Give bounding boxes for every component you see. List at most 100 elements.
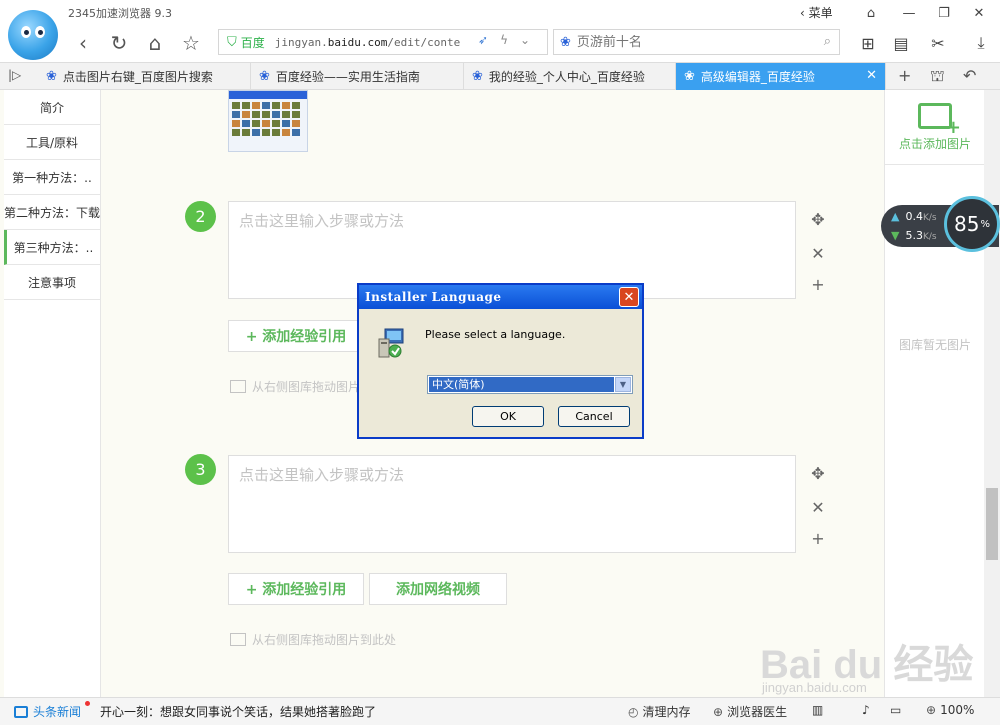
nav-item-method-2[interactable]: 第二种方法：下载 xyxy=(4,195,100,230)
tab-advanced-editor[interactable]: ❀ 高级编辑器_百度经验 ✕ xyxy=(676,63,886,90)
baidu-paw-icon: ❀ xyxy=(684,69,695,84)
delete-step-icon[interactable]: ✕ xyxy=(808,244,828,263)
translate-icon[interactable]: ▥ xyxy=(812,703,823,717)
delete-step-icon[interactable]: ✕ xyxy=(808,498,828,517)
headline-news-button[interactable]: 头条新闻 xyxy=(14,703,81,720)
add-image-icon xyxy=(918,102,961,138)
download-icon[interactable]: ⤓ xyxy=(968,30,994,56)
move-icon[interactable]: ✥ xyxy=(808,210,828,229)
add-citation-button[interactable]: + 添加经验引用 xyxy=(228,320,364,352)
logo-eye-right xyxy=(35,26,45,38)
search-icon[interactable]: ⌕ xyxy=(824,34,831,49)
add-step-icon[interactable]: + xyxy=(808,529,828,548)
maximize-icon[interactable]: ❐ xyxy=(929,2,959,24)
search-input[interactable] xyxy=(576,34,807,50)
secure-shield-icon: ⛉ xyxy=(227,34,237,50)
notification-dot xyxy=(85,701,90,706)
download-arrow-icon: ▼ xyxy=(891,229,900,242)
screenshot-scissors-icon[interactable]: ✂ xyxy=(925,30,951,56)
nav-item-method-3[interactable]: 第三种方法：.. xyxy=(4,230,100,265)
new-tab-icon[interactable]: + xyxy=(898,66,911,85)
baidu-jingyan-watermark: Bai du 经验 jingyan.baidu.com xyxy=(760,612,990,702)
installer-language-dialog: Installer Language ✕ Please select a lan… xyxy=(357,283,644,439)
step-text-input[interactable]: 点击这里输入步骤或方法 xyxy=(228,455,796,553)
dialog-message: Please select a language. xyxy=(425,328,566,341)
dialog-title: Installer Language xyxy=(359,285,642,309)
search-box[interactable]: ❀ ⌕ xyxy=(553,29,840,55)
cancel-button[interactable]: Cancel xyxy=(558,406,630,427)
nav-item-notes[interactable]: 注意事项 xyxy=(4,265,100,300)
move-icon[interactable]: ✥ xyxy=(808,464,828,483)
add-citation-button[interactable]: + 添加经验引用 xyxy=(228,573,364,605)
tab-image-search[interactable]: ❀ 点击图片右键_百度图片搜索 xyxy=(38,63,251,90)
tab-label: 点击图片右键_百度图片搜索 xyxy=(62,70,213,84)
lightning-icon[interactable]: ϟ xyxy=(500,33,508,47)
nav-item-method-1[interactable]: 第一种方法：.. xyxy=(4,160,100,195)
window-title: 2345加速浏览器 9.3 xyxy=(68,7,172,20)
close-tab-icon[interactable]: ✕ xyxy=(866,68,877,83)
tab-baidu-jingyan[interactable]: ❀ 百度经验——实用生活指南 xyxy=(251,63,464,90)
nav-item-intro[interactable]: 简介 xyxy=(4,90,100,125)
clean-memory-button[interactable]: ◴ 清理内存 xyxy=(628,703,691,720)
add-step-icon[interactable]: + xyxy=(808,275,828,294)
zoom-control[interactable]: ⊕ 100% xyxy=(926,703,974,717)
app-logo xyxy=(8,10,58,60)
scrollbar[interactable] xyxy=(984,90,1000,697)
upload-speed: 0.4 xyxy=(905,210,923,223)
sidebar-toggle-icon[interactable]: |▷ xyxy=(8,68,21,82)
news-icon xyxy=(14,705,28,718)
empty-library-text: 图库暂无图片 xyxy=(898,338,971,352)
status-bar: 头条新闻 开心一刻：想跟女同事说个笑话，结果她搭著脸跑了 ◴ 清理内存 ⊕ 浏览器医… xyxy=(0,697,1000,725)
memory-gauge[interactable]: 85% xyxy=(944,196,1000,252)
browser-toolbar: 2345加速浏览器 9.3 ‹ 菜单 ⌂ — ❐ ✕ ‹ ↻ ⌂ ☆ ⛉ 百度 … xyxy=(0,0,1000,62)
tab-label: 百度经验——实用生活指南 xyxy=(275,70,420,84)
screen-icon[interactable]: ▭ xyxy=(890,703,901,717)
memory-unit: % xyxy=(980,218,990,230)
tab-my-jingyan[interactable]: ❀ 我的经验_个人中心_百度经验 xyxy=(464,63,676,90)
reader-icon[interactable]: ▤ xyxy=(888,30,914,56)
tab-bar: |▷ ❀ 点击图片右键_百度图片搜索 ❀ 百度经验——实用生活指南 ❀ 我的经验… xyxy=(0,62,1000,90)
dropdown-icon[interactable]: ⌄ xyxy=(520,33,530,47)
baidu-paw-icon: ❀ xyxy=(259,69,270,84)
news-ticker[interactable]: 开心一刻：想跟女同事说个笑话，结果她搭著脸跑了 xyxy=(100,703,376,720)
scrollbar-thumb[interactable] xyxy=(986,488,998,560)
browser-doctor-button[interactable]: ⊕ 浏览器医生 xyxy=(713,703,787,720)
language-select[interactable]: 中文(简体) ▼ xyxy=(427,375,633,394)
dialog-close-icon[interactable]: ✕ xyxy=(619,287,639,307)
rocket-icon[interactable]: ➶ xyxy=(478,33,488,47)
watermark-url: jingyan.baidu.com xyxy=(762,680,867,695)
add-video-button[interactable]: 添加网络视频 xyxy=(369,573,507,605)
minimize-icon[interactable]: — xyxy=(894,2,924,24)
closed-tabs-icon[interactable]: ⛫ xyxy=(930,66,945,87)
download-speed: 5.3 xyxy=(905,229,923,242)
home-icon[interactable]: ⌂ xyxy=(142,30,168,56)
image-placeholder-icon xyxy=(230,380,246,393)
undo-icon[interactable]: ↶ xyxy=(963,66,976,85)
speed-unit: K/s xyxy=(922,232,937,242)
selected-language: 中文(简体) xyxy=(429,377,614,392)
baidu-paw-icon: ❀ xyxy=(472,69,483,84)
step-number: 3 xyxy=(185,454,216,485)
address-site-name: 百度 xyxy=(240,35,265,50)
skin-icon[interactable]: ⌂ xyxy=(856,2,886,24)
close-window-icon[interactable]: ✕ xyxy=(964,2,994,24)
favorite-star-icon[interactable]: ☆ xyxy=(178,30,204,56)
volume-icon[interactable]: ♪ xyxy=(862,703,870,717)
image-library-panel: 点击添加图片 图库暂无图片 xyxy=(884,90,985,697)
baidu-paw-icon: ❀ xyxy=(46,69,57,84)
step-image-thumbnail[interactable] xyxy=(228,90,308,152)
back-icon[interactable]: ‹ xyxy=(70,30,96,56)
medkit-icon: ⊕ xyxy=(713,704,724,719)
drag-hint: 从右侧图库拖动图片到此处 xyxy=(230,631,396,648)
tab-label: 我的经验_个人中心_百度经验 xyxy=(488,70,645,84)
memory-value: 85 xyxy=(954,212,980,236)
nav-item-tools[interactable]: 工具/原料 xyxy=(4,125,100,160)
add-image-button[interactable]: 点击添加图片 xyxy=(885,90,985,165)
menu-button[interactable]: ‹ 菜单 xyxy=(800,4,833,21)
apps-icon[interactable]: ⊞ xyxy=(855,30,881,56)
zoom-icon: ⊕ xyxy=(926,703,937,717)
refresh-icon[interactable]: ↻ xyxy=(106,30,132,56)
address-url: jingyan.baidu.com/edit/conte xyxy=(274,35,461,49)
ok-button[interactable]: OK xyxy=(472,406,544,427)
chevron-down-icon[interactable]: ▼ xyxy=(615,377,631,392)
